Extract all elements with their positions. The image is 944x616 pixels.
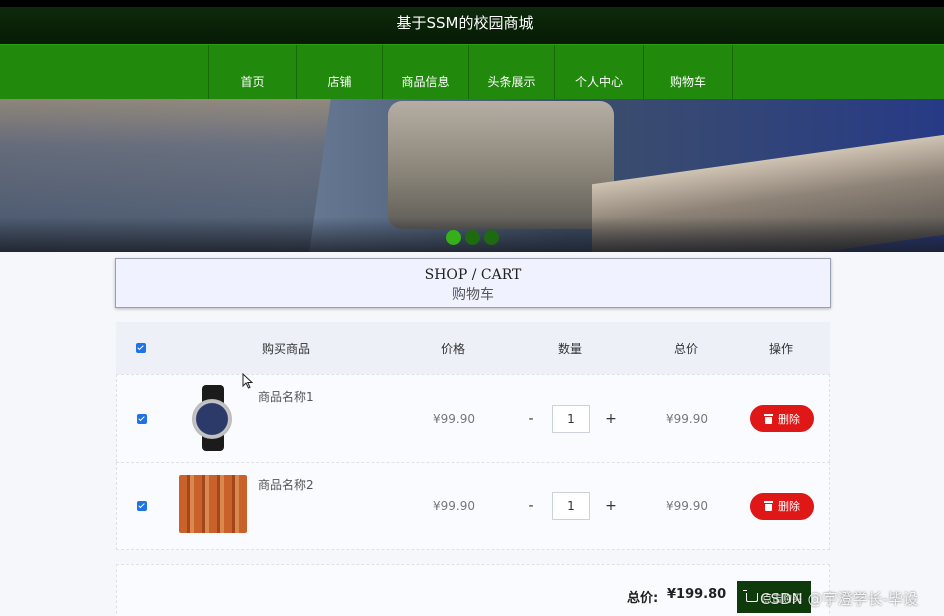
section-title-cn: 购物车 [452, 287, 494, 303]
delete-button[interactable]: 删除 [750, 492, 814, 520]
select-all-cell [116, 322, 166, 374]
banner-chair [388, 101, 614, 229]
product-name[interactable]: 商品名称1 [258, 388, 314, 405]
column-header-total: 总价 [673, 341, 698, 356]
cart-section-heading: SHOP / CART 购物车 [115, 258, 831, 308]
row-actions: 删除 [733, 463, 831, 549]
quantity-stepper: - + [501, 463, 641, 549]
unit-price-value: ¥99.90 [433, 499, 475, 513]
decrease-quantity-button[interactable]: - [520, 411, 542, 427]
cart-table-header: 购买商品 价格 数量 总价 操作 [116, 322, 830, 374]
product-name[interactable]: 商品名称2 [258, 476, 314, 493]
delete-button-label: 删除 [778, 412, 800, 426]
row-actions: 删除 [733, 375, 831, 462]
increase-quantity-button[interactable]: + [600, 498, 622, 514]
quantity-input[interactable] [552, 404, 590, 433]
nav-item-cart[interactable]: 购物车 [644, 45, 733, 100]
line-total: ¥99.90 [641, 375, 733, 462]
item-checkbox[interactable] [137, 413, 147, 424]
main-navigation: 首页 店铺 商品信息 头条展示 个人中心 购物车 [0, 44, 944, 100]
delete-button[interactable]: 删除 [750, 405, 814, 432]
cart-table: 购买商品 价格 数量 总价 操作 商品名称1 ¥99.90 - + ¥9 [116, 322, 830, 550]
decrease-quantity-button[interactable]: - [520, 498, 542, 514]
total-label: 总价: [627, 591, 659, 606]
nav-item-headlines[interactable]: 头条展示 [469, 45, 555, 100]
trash-icon [764, 413, 773, 424]
product-info: 商品名称2 [177, 463, 397, 551]
select-all-checkbox[interactable] [136, 343, 146, 353]
row-check-cell [117, 463, 167, 549]
delete-button-label: 删除 [778, 500, 800, 513]
item-checkbox[interactable] [137, 501, 147, 511]
unit-price: ¥99.90 [407, 463, 501, 549]
quantity-stepper: - + [501, 375, 641, 462]
row-check-cell [117, 375, 167, 462]
line-total: ¥99.90 [641, 463, 733, 549]
watch-face-icon [192, 399, 232, 439]
banner-carousel [0, 99, 944, 252]
carousel-dot-3[interactable] [484, 230, 499, 245]
trash-icon [764, 501, 773, 511]
line-total-value: ¥99.90 [666, 499, 708, 513]
nav-item-shops[interactable]: 店铺 [297, 45, 383, 100]
column-header-quantity: 数量 [557, 341, 582, 356]
column-header-price: 价格 [440, 341, 465, 356]
column-header-goods: 购买商品 [261, 341, 310, 356]
books-icon [179, 475, 247, 533]
cart-row: 商品名称1 ¥99.90 - + ¥99.90 删除 [116, 374, 830, 462]
quantity-input[interactable] [552, 492, 590, 520]
watermark: CSDN @宇澄学长-毕设 [760, 590, 918, 608]
grand-total-value: ¥199.80 [667, 587, 727, 602]
carousel-dot-1[interactable] [446, 230, 461, 245]
site-title: 基于SSM的校园商城 [396, 14, 534, 32]
carousel-indicators [446, 230, 499, 245]
nav-item-home[interactable]: 首页 [208, 45, 297, 100]
line-total-value: ¥99.90 [666, 411, 708, 426]
cart-summary: 总价: ¥199.80 点击购买 [116, 564, 830, 616]
column-header-actions: 操作 [768, 341, 793, 356]
product-info: 商品名称1 [177, 375, 397, 463]
unit-price-value: ¥99.90 [433, 411, 475, 426]
nav-list: 首页 店铺 商品信息 头条展示 个人中心 购物车 [208, 45, 733, 100]
nav-item-profile[interactable]: 个人中心 [555, 45, 644, 100]
top-header-bar: 基于SSM的校园商城 [0, 0, 944, 44]
product-thumbnail[interactable] [179, 385, 247, 451]
increase-quantity-button[interactable]: + [600, 411, 622, 427]
cart-row: 商品名称2 ¥99.90 - + ¥99.90 删除 [116, 462, 830, 550]
product-thumbnail[interactable] [179, 473, 247, 539]
nav-item-products[interactable]: 商品信息 [383, 45, 469, 100]
cart-icon [743, 589, 758, 602]
carousel-dot-2[interactable] [465, 230, 480, 245]
section-title-en: SHOP / CART [424, 267, 522, 283]
unit-price: ¥99.90 [407, 375, 501, 462]
